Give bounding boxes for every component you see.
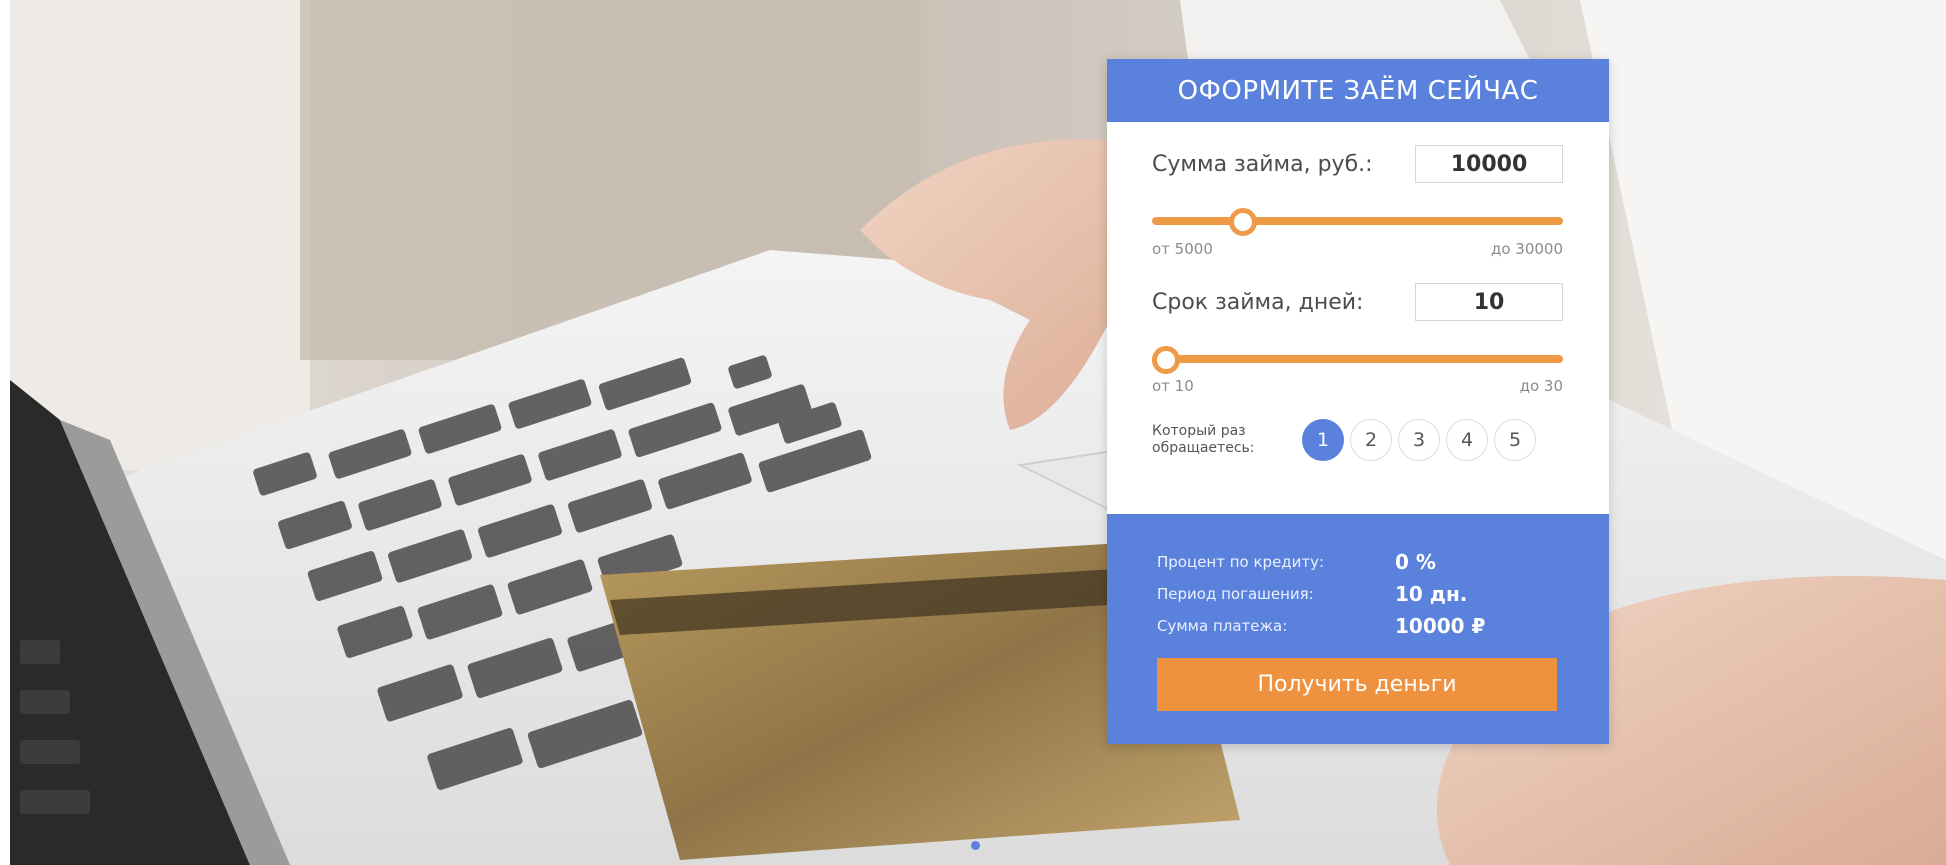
loan-amount-min: от 5000 [1152, 240, 1213, 258]
visit-option-5[interactable]: 5 [1494, 419, 1536, 461]
loan-term-handle[interactable] [1152, 346, 1180, 374]
visit-option-2[interactable]: 2 [1350, 419, 1392, 461]
visit-count-options: 1 2 3 4 5 [1302, 419, 1536, 461]
loan-term-min: от 10 [1152, 377, 1194, 395]
summary-payment-row: Сумма платежа: 10000 ₽ [1157, 614, 1485, 638]
loan-summary-panel: Процент по кредиту: 0 % Период погашения… [1107, 514, 1609, 744]
loan-term-slider[interactable] [1152, 344, 1563, 374]
loan-term-max: до 30 [1519, 377, 1563, 395]
loan-term-limits: от 10 до 30 [1152, 377, 1563, 395]
hero-background [0, 0, 1946, 865]
visit-count-label-line2: обращаетесь: [1152, 440, 1255, 456]
loan-term-field[interactable]: 10 [1415, 283, 1563, 321]
loan-amount-limits: от 5000 до 30000 [1152, 240, 1563, 258]
summary-rate-value: 0 % [1395, 550, 1436, 574]
summary-period-label: Период погашения: [1157, 585, 1314, 603]
loan-term-track[interactable] [1152, 355, 1563, 363]
summary-payment-label: Сумма платежа: [1157, 617, 1288, 635]
loan-amount-row: Сумма займа, руб.: 10000 [1152, 145, 1563, 183]
summary-period-value: 10 дн. [1395, 582, 1468, 606]
visit-option-4[interactable]: 4 [1446, 419, 1488, 461]
get-money-button[interactable]: Получить деньги [1157, 658, 1557, 711]
loan-amount-handle[interactable] [1228, 208, 1257, 236]
loan-amount-max: до 30000 [1490, 240, 1563, 258]
summary-rate-row: Процент по кредиту: 0 % [1157, 550, 1436, 574]
visit-option-3[interactable]: 3 [1398, 419, 1440, 461]
visit-count-row: Который раз обращаетесь: 1 2 3 4 5 [1152, 419, 1563, 461]
form-title: ОФОРМИТЕ ЗАЁМ СЕЙЧАС [1107, 59, 1609, 122]
loan-amount-label: Сумма займа, руб.: [1152, 151, 1373, 177]
visit-count-label-line1: Который раз [1152, 423, 1246, 439]
loan-amount-track[interactable] [1152, 217, 1563, 225]
loan-amount-slider[interactable] [1152, 206, 1563, 236]
summary-period-row: Период погашения: 10 дн. [1157, 582, 1467, 606]
loan-application-form: ОФОРМИТЕ ЗАЁМ СЕЙЧАС Сумма займа, руб.: … [1107, 59, 1609, 744]
loan-term-label: Срок займа, дней: [1152, 289, 1364, 315]
summary-rate-label: Процент по кредиту: [1157, 553, 1325, 571]
left-edge-strip [0, 0, 10, 865]
loan-term-row: Срок займа, дней: 10 [1152, 283, 1563, 321]
hero-photo [0, 0, 1946, 865]
carousel-indicator-dot[interactable] [971, 841, 980, 850]
summary-payment-value: 10000 ₽ [1395, 614, 1486, 638]
visit-option-1[interactable]: 1 [1302, 419, 1344, 461]
loan-amount-field[interactable]: 10000 [1415, 145, 1563, 183]
visit-count-label: Который раз обращаетесь: [1152, 423, 1302, 457]
